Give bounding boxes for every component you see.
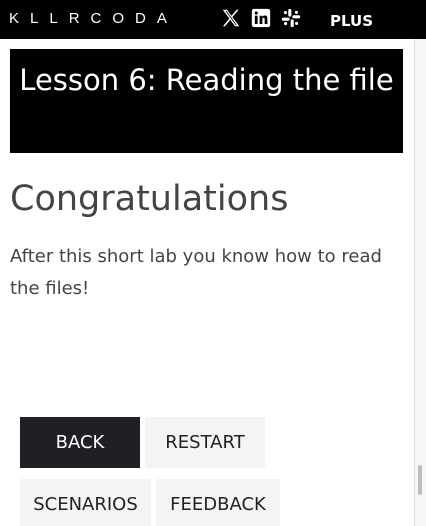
- panel-divider-scrollbar[interactable]: [414, 39, 426, 526]
- linkedin-icon[interactable]: [250, 7, 272, 29]
- restart-button[interactable]: RESTART: [145, 417, 265, 468]
- top-navigation-bar: KLLRCODA PLUS: [0, 0, 426, 39]
- lesson-title: Lesson 6: Reading the file: [10, 49, 403, 153]
- plus-link[interactable]: PLUS: [330, 12, 373, 30]
- section-heading: Congratulations: [10, 179, 289, 219]
- back-button[interactable]: BACK: [20, 417, 140, 468]
- feedback-button[interactable]: FEEDBACK: [156, 479, 280, 526]
- x-icon[interactable]: [220, 7, 242, 29]
- scenarios-button[interactable]: SCENARIOS: [20, 479, 151, 526]
- slack-icon[interactable]: [280, 7, 302, 29]
- killercoda-logo[interactable]: KLLRCODA: [9, 10, 178, 27]
- lesson-content-panel: Lesson 6: Reading the file Congratulatio…: [0, 39, 414, 526]
- lesson-body-text: After this short lab you know how to rea…: [10, 246, 382, 299]
- scrollbar-thumb[interactable]: [418, 465, 422, 495]
